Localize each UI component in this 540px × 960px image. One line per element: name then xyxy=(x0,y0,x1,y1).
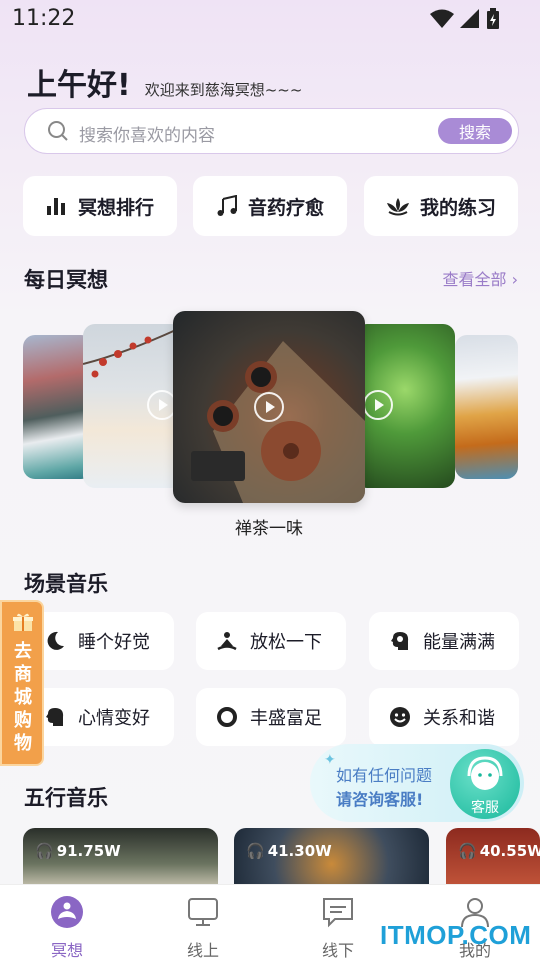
play-button[interactable] xyxy=(254,392,284,422)
scene-energy[interactable]: 能量满满 xyxy=(369,612,519,670)
scene-label: 能量满满 xyxy=(423,632,495,653)
see-all-label: 查看全部 xyxy=(442,270,507,289)
wuxing-card-metal[interactable]: 🎧 41.30W xyxy=(234,828,429,888)
section-title-daily: 每日冥想 xyxy=(24,268,108,292)
scene-label: 心情变好 xyxy=(78,708,150,729)
quick-link-label: 我的练习 xyxy=(419,196,496,219)
search-input[interactable]: 搜索你喜欢的内容 xyxy=(79,121,215,146)
status-icons xyxy=(430,8,500,30)
section-title-scenes: 场景音乐 xyxy=(24,572,108,596)
greeting: 上午好! 欢迎来到慈海冥想~~~ xyxy=(27,60,302,104)
carousel-card-tea-featured[interactable] xyxy=(173,311,365,503)
carousel-card-autumn[interactable] xyxy=(455,335,518,479)
shop-tab-label: 去商城购物 xyxy=(14,641,32,754)
search-icon xyxy=(48,121,68,141)
nav-item-online[interactable]: 线上 xyxy=(158,895,248,960)
meditation-icon xyxy=(217,632,237,651)
nav-item-offline[interactable]: 线下 xyxy=(293,895,383,960)
play-button[interactable] xyxy=(363,390,393,420)
sparkle-icon: ✦ xyxy=(324,752,336,768)
wifi-icon xyxy=(430,9,454,28)
meditation-nav-icon xyxy=(51,896,83,928)
featured-caption: 禅茶一味 xyxy=(235,519,303,539)
headset-icon xyxy=(467,756,503,790)
nav-label: 冥想 xyxy=(50,941,83,960)
play-count: 🎧 40.55W xyxy=(458,842,540,860)
scene-relax[interactable]: 放松一下 xyxy=(196,612,346,670)
lotus-icon xyxy=(386,198,409,216)
quick-link-healing[interactable]: 音药疗愈 xyxy=(193,176,347,236)
moon-icon xyxy=(47,631,64,650)
scene-mood[interactable]: 心情变好 xyxy=(24,688,174,746)
shop-tab[interactable]: 去商城购物 xyxy=(0,600,44,766)
watermark: ITMOP.COM xyxy=(380,920,532,950)
scene-label: 睡个好觉 xyxy=(78,632,150,653)
section-title-wuxing: 五行音乐 xyxy=(24,786,108,810)
nav-item-meditation[interactable]: 冥想 xyxy=(22,895,112,960)
scene-harmony[interactable]: 关系和谐 xyxy=(369,688,519,746)
brain-icon xyxy=(391,632,409,650)
customer-service-bubble[interactable]: ✦ 如有任何问题 请咨询客服! 客服 xyxy=(310,744,524,822)
headphones-icon: 🎧 xyxy=(246,842,265,860)
scene-label: 放松一下 xyxy=(250,632,322,653)
service-line1: 如有任何问题 xyxy=(336,766,433,785)
battery-icon xyxy=(487,8,499,29)
play-count-value: 40.55W xyxy=(479,842,540,860)
bar-chart-icon xyxy=(46,198,65,215)
message-icon xyxy=(323,898,353,928)
service-avatar[interactable]: 客服 xyxy=(450,749,520,819)
signal-icon xyxy=(460,9,479,28)
headphones-icon: 🎧 xyxy=(458,842,477,860)
service-avatar-label: 客服 xyxy=(471,800,499,816)
play-count-value: 41.30W xyxy=(267,842,332,860)
chevron-right-icon: › xyxy=(511,270,518,289)
search-button[interactable]: 搜索 xyxy=(438,118,512,144)
see-all-link[interactable]: 查看全部 › xyxy=(442,266,518,290)
wuxing-card-wood[interactable]: 🎧 91.75W xyxy=(23,828,218,888)
search-bar[interactable]: 搜索你喜欢的内容 搜索 xyxy=(24,108,519,154)
gift-icon xyxy=(13,613,33,631)
headphones-icon: 🎧 xyxy=(35,842,54,860)
scene-label: 丰盛富足 xyxy=(250,708,322,729)
smile-icon xyxy=(390,707,410,727)
music-note-icon xyxy=(217,195,237,216)
nav-label: 线上 xyxy=(186,941,219,960)
head-icon xyxy=(46,708,64,726)
quick-link-ranking[interactable]: 冥想排行 xyxy=(23,176,177,236)
monitor-icon xyxy=(188,898,218,926)
quick-link-label: 冥想排行 xyxy=(77,196,154,219)
status-time: 11:22 xyxy=(12,6,76,31)
circle-icon xyxy=(217,707,237,727)
scene-sleep[interactable]: 睡个好觉 xyxy=(24,612,174,670)
play-count-value: 91.75W xyxy=(56,842,121,860)
wuxing-card-fire[interactable]: 🎧 40.55W xyxy=(446,828,540,888)
play-count: 🎧 91.75W xyxy=(35,842,121,860)
quick-link-label: 音药疗愈 xyxy=(247,196,324,219)
scene-label: 关系和谐 xyxy=(423,708,495,729)
greeting-title: 上午好! xyxy=(27,68,131,103)
welcome-text: 欢迎来到慈海冥想~~~ xyxy=(144,81,303,99)
service-line2: 请咨询客服! xyxy=(336,790,424,809)
nav-label: 线下 xyxy=(321,941,354,960)
quick-link-practice[interactable]: 我的练习 xyxy=(364,176,518,236)
scene-abundance[interactable]: 丰盛富足 xyxy=(196,688,346,746)
carousel-card-sprout[interactable] xyxy=(355,324,455,488)
play-count: 🎧 41.30W xyxy=(246,842,332,860)
status-bar: 11:22 xyxy=(0,0,540,38)
carousel-card-winter-branch[interactable] xyxy=(83,324,183,488)
